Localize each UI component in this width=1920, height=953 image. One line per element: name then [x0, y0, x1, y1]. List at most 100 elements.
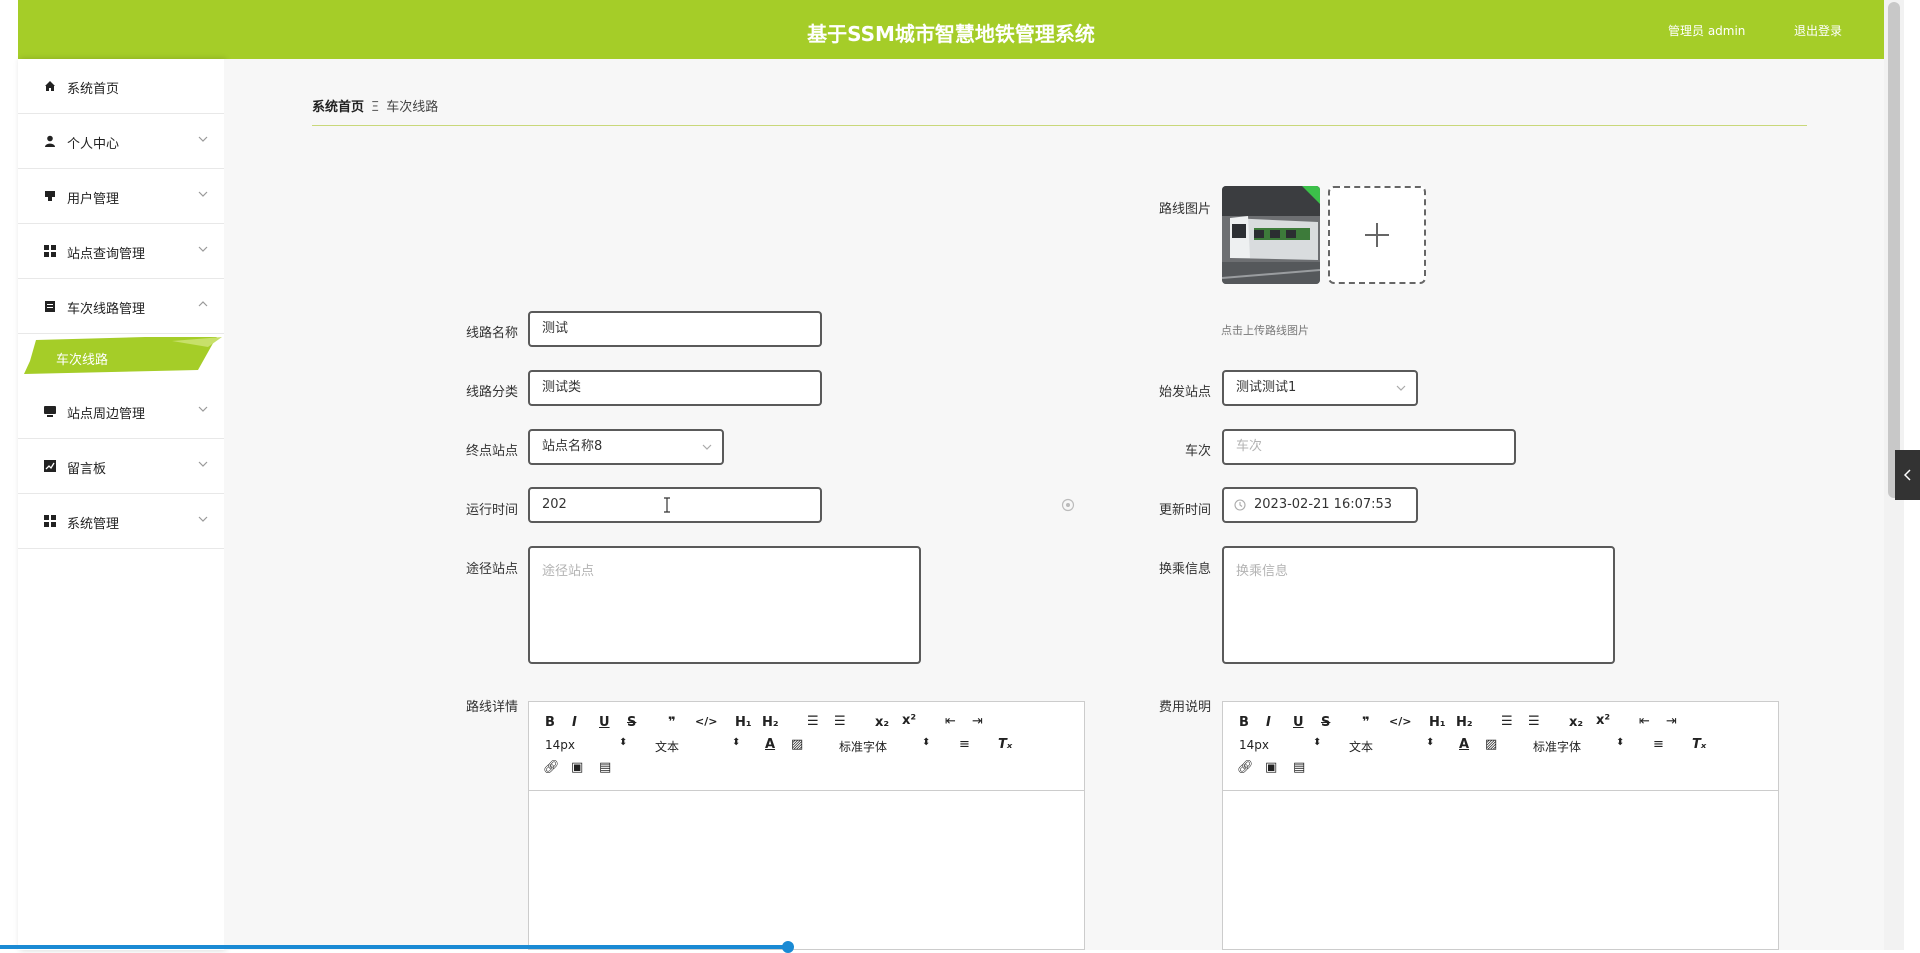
superscript-button[interactable]: x² [902, 713, 916, 728]
breadcrumb-current: 车次线路 [386, 100, 439, 115]
font-color-button[interactable]: A [765, 737, 775, 752]
bold-button[interactable]: B [545, 715, 555, 730]
upload-add-button[interactable] [1328, 186, 1426, 284]
scroll-progress-knob[interactable] [782, 941, 794, 953]
sidebar-item-label: 车次线路管理 [67, 302, 146, 317]
train-no-input[interactable]: 车次 [1222, 429, 1516, 465]
blockquote-button[interactable]: ❞ [1362, 715, 1370, 730]
fee-label: 费用说明 [1158, 700, 1211, 715]
background-color-button[interactable]: ▨ [1485, 737, 1497, 752]
sidebar-subitem-routes[interactable]: 车次线路 [22, 337, 222, 377]
font-size-select[interactable]: 14px [1239, 738, 1269, 752]
code-button[interactable]: </> [1389, 715, 1411, 728]
header-select[interactable]: 文本 [655, 738, 679, 755]
h2-button[interactable]: H₂ [762, 715, 779, 730]
scrollbar-thumb[interactable] [1888, 2, 1900, 498]
bullet-list-button[interactable]: ☰ [834, 714, 846, 729]
chevron-down-icon [198, 406, 208, 412]
font-size-select[interactable]: 14px [545, 738, 575, 752]
image-button[interactable]: ▣ [1265, 760, 1277, 775]
sidebar-item-label: 站点周边管理 [67, 407, 146, 422]
align-button[interactable]: ≡ [959, 737, 970, 752]
ordered-list-button[interactable]: ☰ [1501, 714, 1513, 729]
font-family-select[interactable]: 标准字体 [839, 738, 887, 755]
text-cursor-icon [664, 497, 670, 513]
bullet-list-button[interactable]: ☰ [1528, 714, 1540, 729]
grid-icon [44, 245, 56, 257]
background-color-button[interactable]: ▨ [791, 737, 803, 752]
video-button[interactable]: ▤ [599, 760, 611, 775]
strike-button[interactable]: S [627, 715, 636, 730]
underline-button[interactable]: U [1293, 715, 1304, 730]
chart-icon [44, 460, 56, 472]
sidebar-item-user-management[interactable]: 用户管理 [18, 169, 224, 224]
run-time-label: 运行时间 [465, 503, 518, 518]
sidebar-item-station-surroundings[interactable]: 站点周边管理 [18, 384, 224, 439]
subscript-button[interactable]: x₂ [875, 715, 889, 730]
top-header: 基于SSM城市智慧地铁管理系统 管理员 admin 退出登录 [18, 0, 1884, 59]
superscript-button[interactable]: x² [1596, 713, 1610, 728]
code-button[interactable]: </> [695, 715, 717, 728]
link-button[interactable]: 🔗︎ [543, 760, 560, 775]
outdent-button[interactable]: ⇤ [945, 714, 956, 729]
video-button[interactable]: ▤ [1293, 760, 1305, 775]
route-image-thumbnail[interactable] [1222, 186, 1320, 284]
outdent-button[interactable]: ⇤ [1639, 714, 1650, 729]
update-time-value: 2023-02-21 16:07:53 [1254, 497, 1393, 512]
subscript-button[interactable]: x₂ [1569, 715, 1583, 730]
breadcrumb-home[interactable]: 系统首页 [312, 100, 364, 115]
underline-button[interactable]: U [599, 715, 610, 730]
scroll-progress-bar [0, 945, 788, 949]
via-stations-textarea[interactable]: 途径站点 [528, 546, 921, 664]
sidebar-item-home[interactable]: 系统首页 [18, 59, 224, 114]
h1-button[interactable]: H₁ [1429, 715, 1446, 730]
chevron-left-icon [1903, 469, 1911, 481]
end-station-select[interactable]: 站点名称8 [528, 429, 724, 465]
chevron-down-icon [198, 246, 208, 252]
align-button[interactable]: ≡ [1653, 737, 1664, 752]
ordered-list-button[interactable]: ☰ [807, 714, 819, 729]
updown-icon: ⬍ [619, 737, 628, 748]
sidebar-item-route-management[interactable]: 车次线路管理 [18, 279, 224, 334]
clean-format-button[interactable]: Tₓ [998, 737, 1012, 752]
clock-icon [1234, 499, 1246, 511]
clean-format-button[interactable]: Tₓ [1692, 737, 1706, 752]
run-time-input[interactable]: 202 [528, 487, 822, 523]
blockquote-button[interactable]: ❞ [668, 715, 676, 730]
update-time-picker[interactable]: 2023-02-21 16:07:53 [1222, 487, 1418, 523]
header-select[interactable]: 文本 [1349, 738, 1373, 755]
image-button[interactable]: ▣ [571, 760, 583, 775]
link-button[interactable]: 🔗︎ [1237, 760, 1254, 775]
route-name-input[interactable]: 测试 [528, 311, 822, 347]
sidebar-item-label: 个人中心 [67, 137, 120, 152]
route-category-label: 线路分类 [465, 385, 518, 400]
bold-button[interactable]: B [1239, 715, 1249, 730]
sidebar-item-station-query[interactable]: 站点查询管理 [18, 224, 224, 279]
via-stations-label: 途径站点 [465, 562, 518, 577]
italic-button[interactable]: I [1266, 715, 1271, 730]
h1-button[interactable]: H₁ [735, 715, 752, 730]
indent-button[interactable]: ⇥ [1666, 714, 1677, 729]
grid-icon [44, 515, 56, 527]
clear-icon[interactable] [1061, 498, 1075, 512]
breadcrumb-separator: Ξ [371, 100, 380, 115]
route-category-input[interactable]: 测试类 [528, 370, 822, 406]
start-station-select[interactable]: 测试测试1 [1222, 370, 1418, 406]
fee-editor: B I U S ❞ </> H₁ H₂ ☰ ☰ x₂ x² ⇤ ⇥ 14px ⬍… [1222, 701, 1779, 950]
italic-button[interactable]: I [572, 715, 577, 730]
sidebar-item-personal-center[interactable]: 个人中心 [18, 114, 224, 169]
side-panel-toggle[interactable] [1895, 450, 1920, 500]
indent-button[interactable]: ⇥ [972, 714, 983, 729]
start-station-value: 测试测试1 [1236, 380, 1297, 395]
font-family-select[interactable]: 标准字体 [1533, 738, 1581, 755]
sidebar-item-system-management[interactable]: 系统管理 [18, 494, 224, 549]
transfer-textarea[interactable]: 换乘信息 [1222, 546, 1615, 664]
logout-link[interactable]: 退出登录 [1794, 22, 1842, 39]
updown-icon: ⬍ [1426, 737, 1435, 748]
strike-button[interactable]: S [1321, 715, 1330, 730]
font-color-button[interactable]: A [1459, 737, 1469, 752]
train-photo [1222, 186, 1320, 284]
h2-button[interactable]: H₂ [1456, 715, 1473, 730]
sidebar-item-message-board[interactable]: 留言板 [18, 439, 224, 494]
run-time-value: 202 [542, 497, 567, 512]
